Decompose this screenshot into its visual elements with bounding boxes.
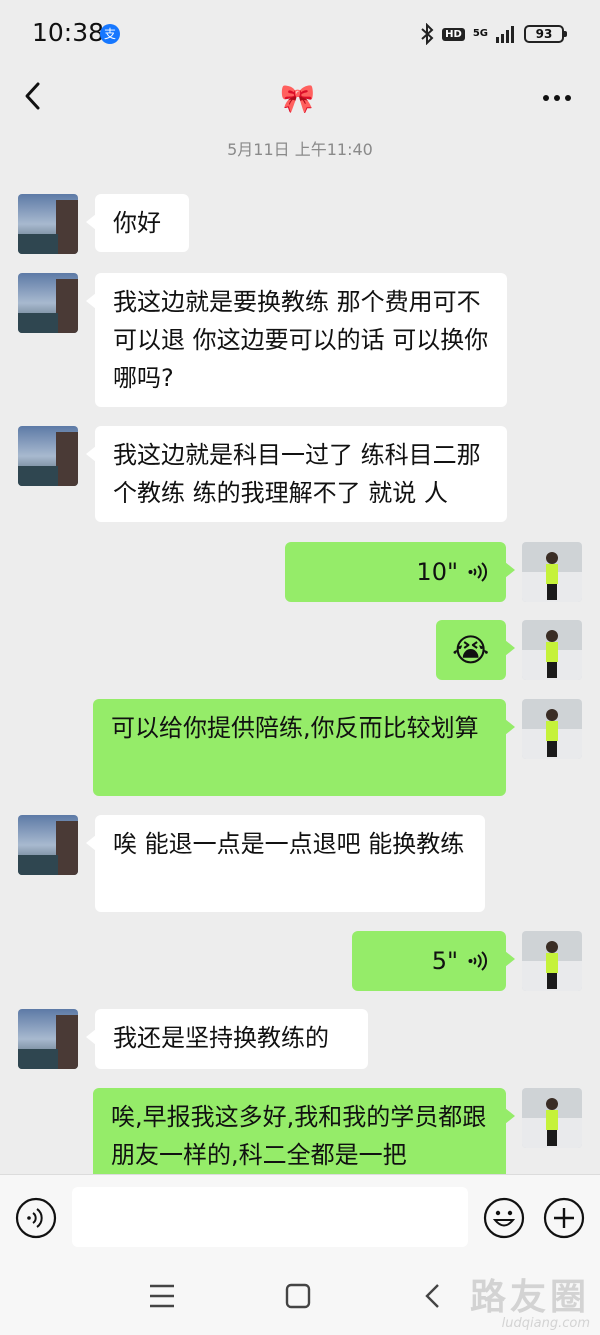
incoming-message-bubble[interactable]: 唉 能退一点是一点退吧 能换教练 [86, 815, 485, 912]
home-icon[interactable] [278, 1280, 318, 1312]
message-text: 唉,早报我这多好,我和我的学员都跟朋友一样的,科二全都是一把 [111, 1103, 487, 1169]
message-text: 我还是坚持换教练的 [113, 1024, 329, 1052]
status-time: 10:38 [32, 18, 105, 47]
bluetooth-icon [420, 23, 434, 45]
message-input[interactable] [72, 1187, 468, 1247]
my-avatar[interactable] [522, 542, 582, 602]
incoming-message-bubble[interactable]: 我这边就是科目一过了 练科目二那个教练 练的我理解不了 就说 人 [86, 426, 507, 522]
menu-icon[interactable] [142, 1280, 182, 1312]
outgoing-emoji-message[interactable]: 😭 [436, 620, 515, 680]
more-dots-icon[interactable] [542, 90, 572, 104]
outgoing-voice-message[interactable]: 10" [285, 542, 515, 602]
voice-duration: 10" [416, 558, 458, 586]
my-avatar[interactable] [522, 931, 582, 991]
my-avatar[interactable] [522, 699, 582, 759]
chat-title-emoji: 🎀 [280, 82, 315, 115]
message-text: 我这边就是科目一过了 练科目二那个教练 练的我理解不了 就说 人 [113, 441, 481, 507]
status-indicators: HD 5G 93 [420, 20, 567, 48]
network-label: 5G [472, 28, 488, 39]
message-text: 我这边就是要换教练 那个费用可不可以退 你这边要可以的话 可以换你哪吗? [113, 288, 489, 392]
outgoing-voice-message[interactable]: 5" [352, 931, 515, 991]
contact-avatar[interactable] [18, 194, 78, 254]
incoming-message-bubble[interactable]: 你好 [86, 194, 189, 252]
contact-avatar[interactable] [18, 273, 78, 333]
system-navigation-bar: 路友圈 ludqiang.com [0, 1260, 600, 1335]
message-timestamp: 5月11日 上午11:40 [227, 140, 373, 159]
contact-avatar[interactable] [18, 426, 78, 486]
emoji-smile-icon[interactable] [483, 1197, 525, 1239]
contact-avatar[interactable] [18, 815, 78, 875]
emoji-crying-laughing-icon: 😭 [452, 631, 490, 669]
plus-icon[interactable] [543, 1197, 585, 1239]
my-avatar[interactable] [522, 1088, 582, 1148]
back-arrow-icon[interactable] [18, 80, 50, 112]
message-text: 可以给你提供陪练,你反而比较划算 [111, 714, 479, 742]
incoming-message-bubble[interactable]: 我这边就是要换教练 那个费用可不可以退 你这边要可以的话 可以换你哪吗? [86, 273, 507, 407]
chat-input-bar [0, 1174, 600, 1260]
message-text: 你好 [113, 209, 161, 237]
voice-duration: 5" [431, 947, 458, 975]
my-avatar[interactable] [522, 620, 582, 680]
signal-icon [496, 25, 516, 43]
voice-mode-icon[interactable] [15, 1197, 57, 1239]
incoming-message-bubble[interactable]: 我还是坚持换教练的 [86, 1009, 368, 1069]
outgoing-message-bubble[interactable]: 可以给你提供陪练,你反而比较划算 [93, 699, 515, 796]
message-text: 唉 能退一点是一点退吧 能换教练 [113, 830, 465, 858]
watermark-text: 路友圈 [469, 1277, 590, 1318]
contact-avatar[interactable] [18, 1009, 78, 1069]
battery-indicator: 93 [524, 25, 567, 43]
back-nav-icon[interactable] [414, 1280, 454, 1312]
voice-wave-icon [468, 950, 488, 972]
alipay-notification-icon: 支 [100, 24, 120, 44]
chat-header: 🎀 [0, 68, 600, 128]
hd-badge: HD [442, 27, 465, 41]
status-bar: 10:38 支 HD 5G 93 [0, 0, 600, 68]
outgoing-message-bubble[interactable]: 唉,早报我这多好,我和我的学员都跟朋友一样的,科二全都是一把 [93, 1088, 515, 1185]
watermark: 路友圈 ludqiang.com [470, 1268, 590, 1331]
voice-wave-icon [468, 561, 488, 583]
